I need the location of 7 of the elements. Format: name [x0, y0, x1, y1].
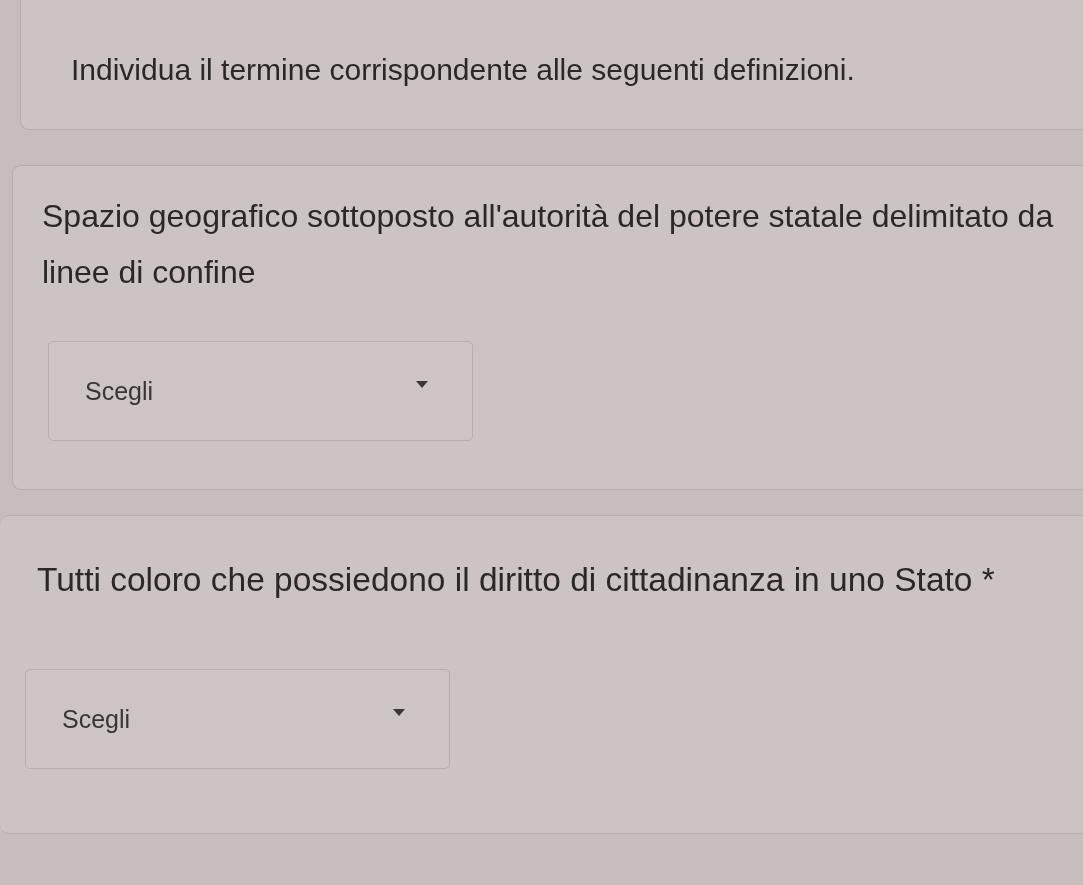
caret-icon: [393, 708, 405, 716]
question-text: Tutti coloro che possiedono il diritto di cittadinanza in uno Stato *: [37, 560, 996, 600]
question-text: Spazio geografico sottoposto all'autorità del potere statale delimitato da linee di confine: [42, 197, 1055, 292]
dropdown[interactable]: Scegli: [25, 669, 450, 769]
dropdown[interactable]: Scegli: [48, 341, 473, 441]
caret-icon: [416, 380, 428, 388]
description-text: Individua il termine corrispondente alle seguenti definizioni.: [71, 52, 855, 88]
